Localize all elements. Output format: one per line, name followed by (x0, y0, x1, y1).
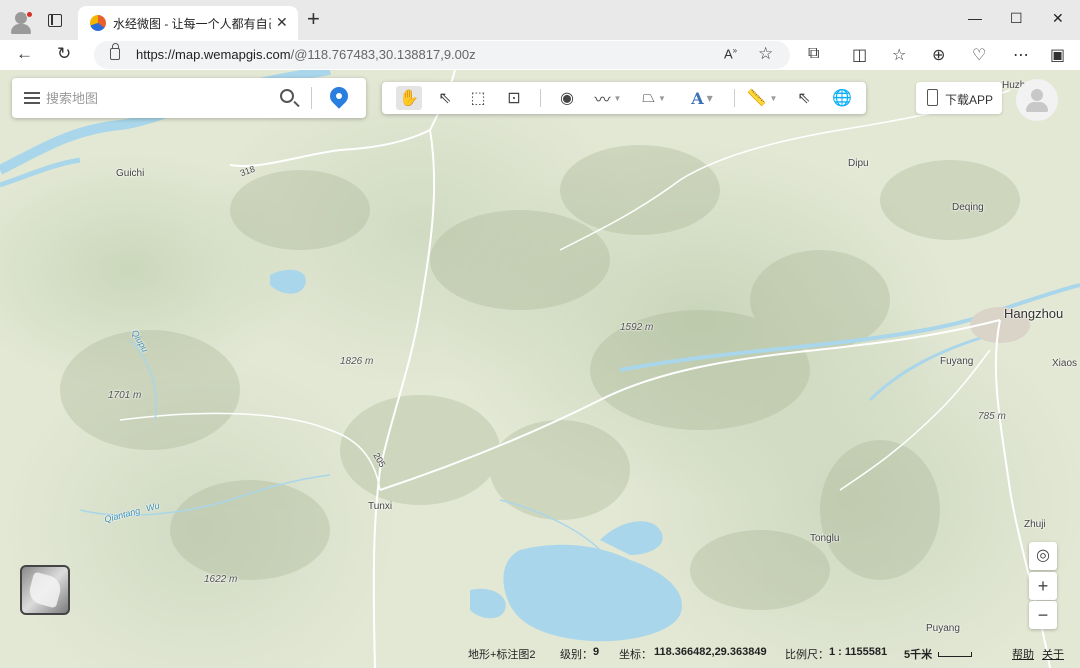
url-field[interactable]: https://map.wemapgis.com/@118.767483,30.… (94, 41, 790, 69)
divider (311, 87, 312, 109)
map-status-bar: 地形+标注图2 级别： 9 坐标： 118.366482,29.363849 比… (465, 644, 1075, 662)
place-label-hangzhou: Hangzhou (1004, 306, 1064, 321)
phone-icon (927, 89, 938, 106)
zoom-out-button[interactable]: − (1029, 601, 1057, 629)
back-arrow-icon[interactable]: ← (16, 44, 33, 64)
help-link[interactable]: 帮助 (1012, 646, 1034, 662)
url-text[interactable]: https://map.wemapgis.com/@118.767483,30.… (136, 47, 476, 62)
basemap-switch-button[interactable] (20, 565, 70, 615)
read-aloud-icon[interactable]: A» (724, 46, 737, 61)
read-aloud-label: A (724, 46, 733, 62)
select-arrow-icon[interactable]: ⇖ (434, 86, 456, 110)
url-path: /@118.767483,30.138817,9.00z (290, 47, 476, 62)
elevation-label: 1592 m (620, 322, 654, 333)
scale-bar-label: 5千米 (904, 649, 933, 661)
level-value: 9 (593, 646, 600, 658)
scale-bar (938, 652, 972, 657)
location-pin-icon[interactable] (326, 83, 352, 109)
split-screen-icon[interactable]: ◫ (852, 45, 867, 65)
scale-label: 比例尺： (785, 649, 829, 661)
url-host: https://map.wemapgis.com (136, 47, 291, 62)
layer-name: 地形+标注图2 (468, 649, 536, 661)
level-label: 级别： (560, 649, 593, 661)
place-label-tonglu: Tonglu (810, 533, 840, 544)
draw-line-icon[interactable]: 〰 ▼ (590, 86, 626, 110)
tab-title: 水经微图 - 让每一个人都有自己的 (113, 17, 271, 31)
collections-icon[interactable]: ⊕ (932, 45, 945, 65)
coord-label: 坐标： (619, 649, 652, 661)
about-link[interactable]: 关于 (1042, 646, 1064, 662)
map-canvas[interactable]: Guichi Dipu Deqing Hangzhou Fuyang Xiaos… (0, 70, 1080, 668)
place-label-fuyang: Fuyang (940, 356, 974, 367)
tab-close-icon[interactable]: ✕ (276, 14, 288, 31)
tab-actions-icon[interactable] (48, 14, 62, 27)
elevation-label: 1701 m (108, 390, 142, 401)
favorites-icon[interactable]: ☆ (892, 45, 906, 65)
elevation-label: 1622 m (204, 574, 238, 585)
extensions-icon[interactable]: ⧉ (808, 45, 819, 63)
zoom-in-button[interactable]: + (1029, 572, 1057, 600)
divider (734, 89, 735, 107)
place-label-xiaos: Xiaos (1052, 358, 1078, 369)
close-window-button[interactable]: ✕ (1052, 10, 1064, 27)
locate-me-icon[interactable]: ◎ (1029, 542, 1057, 570)
place-label-dipu: Dipu (848, 158, 869, 169)
place-label-guichi: Guichi (116, 168, 145, 179)
scale-value: 1 : 1155581 (829, 646, 888, 658)
site-favicon-icon (90, 15, 106, 31)
pan-hand-icon[interactable]: ✋ (396, 86, 422, 110)
terrain-thumbnail-icon (26, 571, 64, 609)
elevation-label: 785 m (978, 411, 1006, 422)
map-search-input[interactable] (46, 88, 266, 108)
favorite-star-icon[interactable]: ☆ (758, 44, 773, 64)
place-label-zhuji: Zhuji (1024, 519, 1046, 530)
menu-hamburger-icon[interactable] (24, 92, 40, 104)
divider (540, 89, 541, 107)
browser-essentials-icon[interactable]: ♡ (972, 45, 986, 65)
profile-icon[interactable] (8, 8, 34, 34)
map-toolbar: ✋ ⇖ ⬚ ⊡ ◉ 〰 ▼ ⏢ ▼ A ▼ 📏 ▼ ⇖ 🌐 (382, 82, 866, 114)
minimize-button[interactable]: — (968, 10, 982, 26)
marker-point-icon[interactable]: ◉ (556, 86, 578, 110)
download-app-button[interactable]: 下载APP (916, 82, 1002, 114)
box-select-icon[interactable]: ⬚ (466, 86, 490, 110)
place-label-deqing: Deqing (952, 202, 984, 213)
search-icon[interactable] (280, 89, 294, 103)
sidebar-toggle-icon[interactable]: ▣ (1050, 45, 1065, 65)
more-menu-icon[interactable]: ⋯ (1013, 45, 1029, 65)
draw-polygon-icon[interactable]: ⏢ ▼ (636, 86, 672, 110)
search-panel (12, 78, 366, 118)
user-avatar[interactable] (1016, 79, 1058, 121)
measure-ruler-icon[interactable]: 📏 ▼ (744, 86, 780, 110)
elevation-label: 1826 m (340, 356, 374, 367)
address-bar-row: ← ↻ https://map.wemapgis.com/@118.767483… (0, 40, 1080, 70)
browser-tab[interactable]: 水经微图 - 让每一个人都有自己的 ✕ (78, 6, 298, 40)
identify-pointer-icon[interactable]: ⇖ (792, 86, 816, 110)
maximize-button[interactable]: ☐ (1010, 10, 1023, 27)
lock-icon[interactable] (110, 43, 120, 60)
zoom-area-icon[interactable]: ⊡ (502, 86, 526, 110)
place-label-puyang: Puyang (926, 623, 960, 634)
terrain-layer (0, 70, 1080, 668)
place-label-tunxi: Tunxi (368, 501, 393, 512)
coord-value: 118.366482,29.363849 (654, 646, 767, 658)
globe-icon[interactable]: 🌐 (830, 86, 854, 110)
browser-tab-bar: 水经微图 - 让每一个人都有自己的 ✕ + — ☐ ✕ (0, 0, 1080, 40)
new-tab-button[interactable]: + (307, 8, 320, 30)
download-app-label: 下载APP (945, 93, 994, 107)
text-label-icon[interactable]: A ▼ (684, 86, 720, 110)
refresh-icon[interactable]: ↻ (57, 44, 71, 64)
